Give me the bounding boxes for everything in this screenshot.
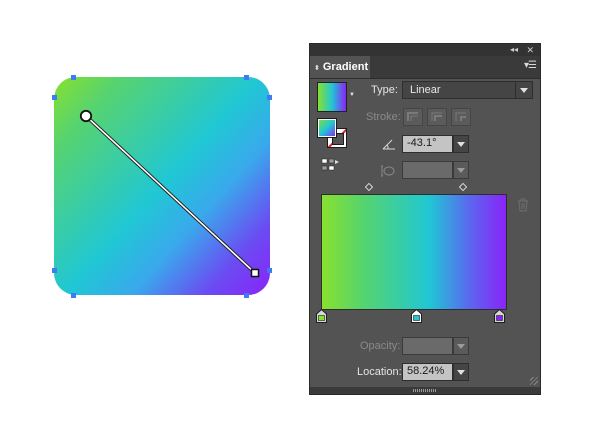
- location-input[interactable]: 58.24%: [402, 363, 453, 381]
- anchor-point[interactable]: [71, 75, 76, 80]
- gradient-panel: ◂◂ ✕ ⬍ Gradient ▾☰ ▼ Type: Linear Stroke:: [309, 43, 541, 395]
- panel-bottom-bar: [310, 387, 540, 394]
- tab-gradient[interactable]: ⬍ Gradient: [310, 56, 370, 78]
- anchor-point[interactable]: [71, 293, 76, 298]
- type-value: Linear: [410, 84, 441, 96]
- chevron-down-icon[interactable]: [515, 82, 532, 98]
- stroke-across-button[interactable]: [451, 108, 471, 126]
- tab-toggle-icon[interactable]: ⬍: [314, 65, 320, 72]
- anchor-point[interactable]: [244, 293, 249, 298]
- chevron-down-icon[interactable]: [453, 363, 469, 381]
- anchor-point[interactable]: [52, 268, 57, 273]
- chevron-down-icon[interactable]: [453, 161, 469, 179]
- chevron-down-icon[interactable]: [453, 135, 469, 153]
- type-dropdown[interactable]: Linear: [402, 81, 533, 99]
- reverse-gradient-icon[interactable]: [321, 157, 341, 173]
- opacity-label: Opacity:: [360, 340, 401, 352]
- stroke-within-button[interactable]: [403, 108, 423, 126]
- stroke-label: Stroke:: [366, 111, 401, 123]
- resize-grip-icon[interactable]: [530, 377, 538, 385]
- gradient-stop-green[interactable]: [316, 309, 327, 323]
- type-label: Type:: [371, 84, 398, 96]
- gradient-swatch[interactable]: [317, 82, 347, 112]
- gradient-rounded-square[interactable]: [54, 77, 270, 295]
- double-chevron-icon[interactable]: ◂◂: [510, 44, 518, 56]
- fill-swatch[interactable]: [317, 118, 337, 138]
- chevron-down-icon[interactable]: [453, 337, 469, 355]
- gradient-slider-preview[interactable]: [321, 194, 507, 310]
- anchor-point[interactable]: [52, 95, 57, 100]
- gradient-midpoint-diamond[interactable]: [458, 182, 468, 192]
- angle-input[interactable]: -43.1°: [402, 135, 453, 153]
- stroke-along-button[interactable]: [427, 108, 447, 126]
- gradient-midpoint-diamond[interactable]: [364, 182, 374, 192]
- anchor-point[interactable]: [267, 95, 272, 100]
- gradient-stop-cyan-selected[interactable]: [411, 309, 422, 323]
- panel-tab-bar: ⬍ Gradient ▾☰: [310, 56, 540, 79]
- fill-stroke-selector[interactable]: [317, 118, 347, 148]
- location-label: Location:: [357, 366, 402, 378]
- swatch-dropdown-icon[interactable]: ▼: [349, 92, 355, 98]
- panel-grip-icon[interactable]: [413, 389, 437, 392]
- panel-menu-icon[interactable]: ▾☰: [524, 60, 537, 71]
- anchor-point[interactable]: [267, 268, 272, 273]
- panel-title-bar[interactable]: ◂◂ ✕: [310, 44, 540, 56]
- aspect-ratio-icon: [381, 165, 395, 177]
- aspect-ratio-input[interactable]: [402, 161, 453, 179]
- angle-icon: [382, 139, 395, 150]
- close-icon[interactable]: ✕: [526, 44, 534, 56]
- tab-label: Gradient: [322, 61, 369, 73]
- trash-icon[interactable]: [517, 198, 529, 212]
- opacity-input[interactable]: [402, 337, 453, 355]
- gradient-stop-purple[interactable]: [494, 309, 505, 323]
- anchor-point[interactable]: [244, 75, 249, 80]
